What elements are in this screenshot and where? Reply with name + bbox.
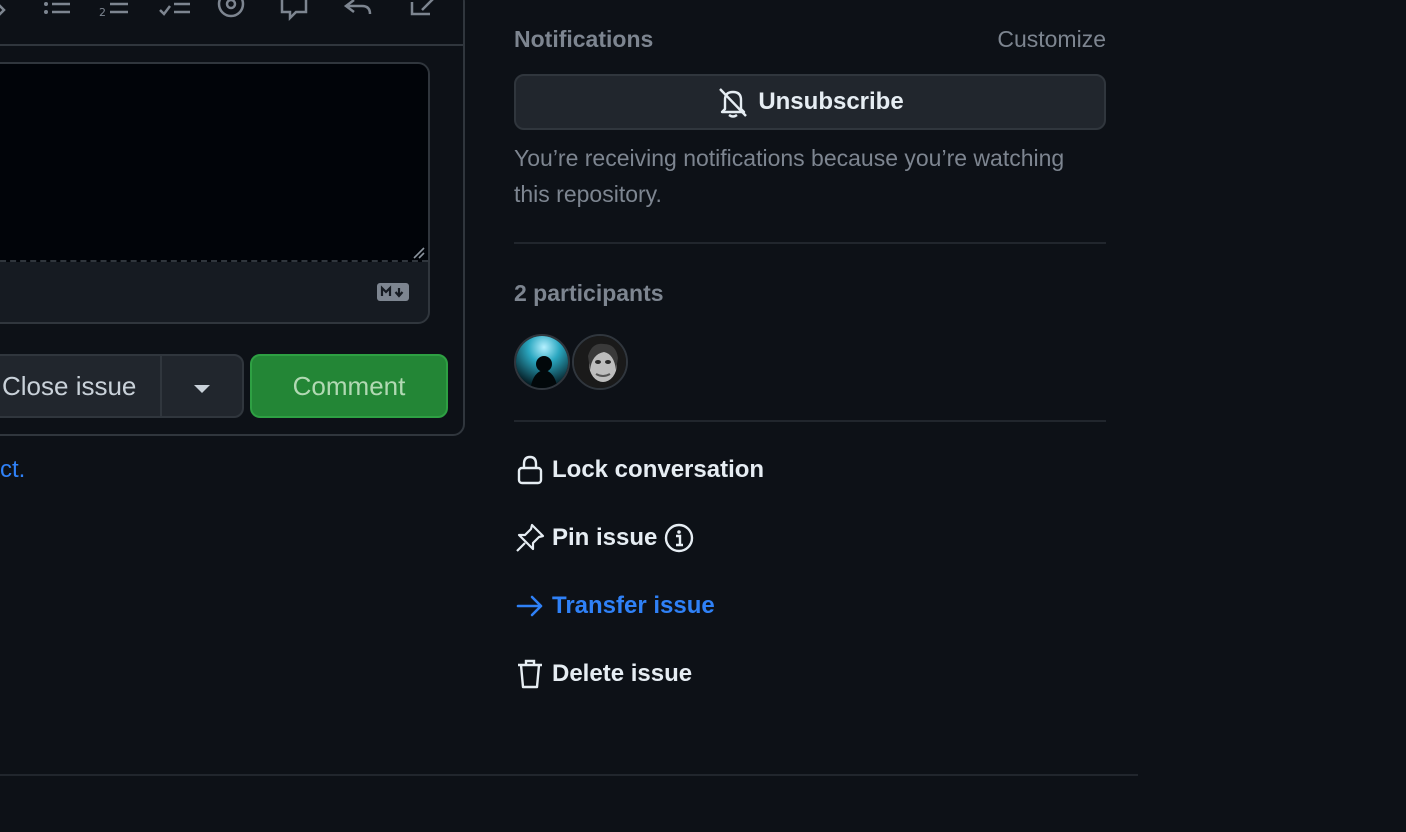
unsubscribe-button[interactable]: Unsubscribe — [514, 74, 1106, 130]
resize-grip-icon[interactable] — [410, 244, 426, 260]
lock-conversation-label: Lock conversation — [552, 456, 765, 483]
delete-issue-label: Delete issue — [552, 660, 693, 687]
lock-icon — [517, 455, 543, 485]
avatar-participant-2[interactable] — [572, 334, 628, 390]
delete-issue-action[interactable]: Delete issue — [514, 658, 692, 690]
ordered-list-icon[interactable]: 2 — [98, 0, 132, 26]
unordered-list-icon[interactable] — [40, 0, 74, 26]
sidebar-divider — [514, 420, 1106, 422]
contribution-guidelines-link[interactable]: ct. — [0, 456, 25, 484]
markdown-toolbar: 2 — [0, 0, 463, 46]
bell-slash-icon — [719, 88, 748, 118]
comment-box — [0, 62, 430, 324]
trash-icon — [518, 659, 542, 689]
markdown-icon — [376, 280, 410, 304]
arrow-right-icon — [516, 595, 543, 617]
pin-icon — [516, 523, 545, 552]
info-icon[interactable] — [663, 522, 695, 554]
notification-reason: You’re receiving notifications because y… — [514, 145, 1065, 207]
transfer-issue-action[interactable]: Transfer issue — [514, 590, 715, 622]
footer-divider — [0, 774, 1138, 776]
issue-page: 2 Close issue Comment ct. Notifications … — [0, 0, 1406, 832]
pin-issue-action[interactable]: Pin issue — [514, 522, 701, 554]
avatar-participant-1[interactable] — [514, 334, 570, 390]
comment-textarea[interactable] — [0, 64, 428, 262]
pin-issue-label: Pin issue — [552, 524, 658, 551]
edit-square-icon[interactable] — [408, 0, 442, 26]
edit-icon[interactable] — [0, 0, 16, 26]
participants-title: 2 participants — [514, 280, 664, 306]
notifications-title: Notifications — [514, 26, 654, 52]
mention-icon[interactable] — [214, 0, 248, 26]
cross-reference-icon[interactable] — [278, 0, 312, 26]
svg-text:2: 2 — [99, 6, 106, 19]
close-issue-dropdown-button[interactable] — [160, 354, 244, 418]
sidebar-divider — [514, 242, 1106, 244]
unsubscribe-label: Unsubscribe — [758, 88, 904, 115]
reply-icon[interactable] — [342, 0, 376, 26]
customize-notifications-link[interactable]: Customize — [997, 26, 1106, 53]
close-issue-button[interactable]: Close issue — [0, 354, 162, 418]
lock-conversation-action[interactable]: Lock conversation — [514, 454, 764, 486]
task-list-icon[interactable] — [158, 0, 192, 26]
notifications-header: Notifications Customize — [514, 26, 1106, 53]
caret-down-icon — [192, 371, 212, 402]
comment-button[interactable]: Comment — [250, 354, 448, 418]
transfer-issue-label: Transfer issue — [552, 592, 715, 619]
